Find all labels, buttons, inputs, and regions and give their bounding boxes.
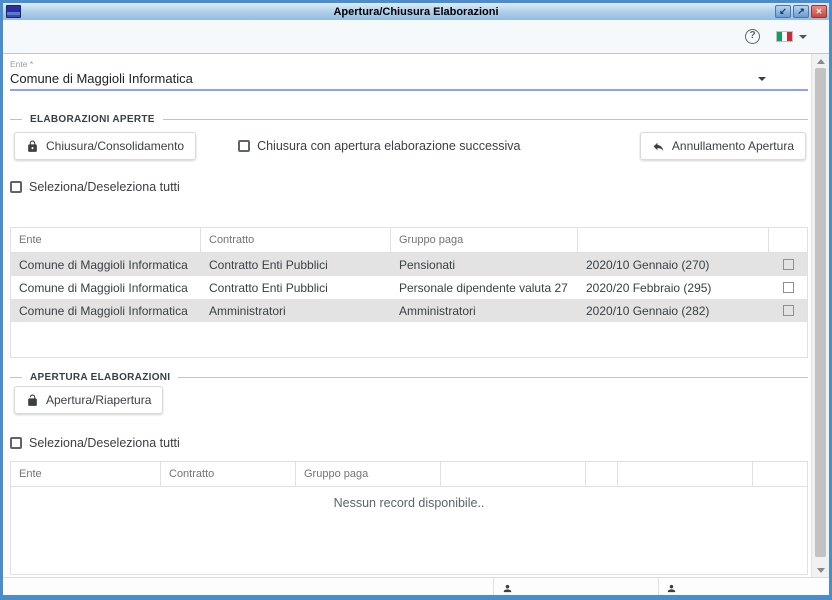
triangle-up-icon bbox=[817, 59, 825, 64]
table-header-row: Ente Contratto Gruppo paga bbox=[11, 228, 807, 253]
section-title: ELABORAZIONI APERTE bbox=[30, 114, 155, 125]
triangle-down-icon bbox=[817, 568, 825, 573]
column-header-gruppo-paga: Gruppo paga bbox=[296, 462, 441, 486]
user-icon bbox=[666, 581, 677, 592]
column-header-empty bbox=[753, 462, 807, 486]
row-checkbox[interactable] bbox=[783, 282, 794, 293]
section-elaborazioni-aperte: ELABORAZIONI APERTE bbox=[10, 113, 808, 125]
apertura-elaborations-table: Ente Contratto Gruppo paga Nessun record… bbox=[10, 461, 808, 575]
select-all-apertura-row[interactable]: Seleziona/Deseleziona tutti bbox=[10, 436, 808, 450]
open-elaborations-table: Ente Contratto Gruppo paga Comune di Mag… bbox=[10, 227, 808, 358]
table-header-row: Ente Contratto Gruppo paga bbox=[11, 462, 807, 487]
section-title: APERTURA ELABORAZIONI bbox=[30, 372, 170, 383]
main-content: Ente * Comune di Maggioli Informatica EL… bbox=[3, 54, 811, 577]
restore-window-button[interactable]: ↙ bbox=[775, 5, 791, 18]
cell-gruppo-paga: Amministratori bbox=[391, 304, 578, 318]
scroll-down-button[interactable] bbox=[812, 563, 829, 577]
column-header-empty bbox=[586, 462, 618, 486]
maximize-window-button[interactable]: ↗ bbox=[793, 5, 809, 18]
statusbar-divider bbox=[493, 578, 494, 595]
close-window-button[interactable]: ✕ bbox=[811, 5, 827, 18]
empty-table-message: Nessun record disponibile.. bbox=[11, 487, 807, 575]
ente-field-label: Ente * bbox=[10, 59, 808, 69]
column-header-select bbox=[769, 228, 807, 252]
status-bar bbox=[3, 577, 829, 595]
ente-select-field[interactable]: Ente * Comune di Maggioli Informatica bbox=[10, 59, 808, 91]
cell-contratto: Contratto Enti Pubblici bbox=[201, 281, 391, 295]
chiusura-successiva-checkbox[interactable] bbox=[238, 140, 250, 152]
italian-flag-icon bbox=[776, 31, 793, 42]
column-header-periodo bbox=[578, 228, 769, 252]
scrollbar-thumb[interactable] bbox=[815, 68, 826, 557]
table-row[interactable]: Comune di Maggioli Informatica Contratto… bbox=[11, 276, 807, 299]
toolbar: ? bbox=[3, 20, 829, 54]
column-header-empty bbox=[441, 462, 586, 486]
cell-contratto: Amministratori bbox=[201, 304, 391, 318]
table-row[interactable]: Comune di Maggioli Informatica Contratto… bbox=[11, 253, 807, 276]
checkbox-label: Chiusura con apertura elaborazione succe… bbox=[257, 139, 520, 153]
chevron-down-icon bbox=[799, 35, 807, 39]
section-apertura-elaborazioni: APERTURA ELABORAZIONI bbox=[10, 371, 808, 383]
help-icon[interactable]: ? bbox=[745, 29, 760, 44]
cell-gruppo-paga: Pensionati bbox=[391, 258, 578, 272]
column-header-contratto: Contratto bbox=[201, 228, 391, 252]
select-all-open-checkbox[interactable] bbox=[10, 181, 22, 193]
apertura-riapertura-button[interactable]: Apertura/Riapertura bbox=[14, 386, 163, 414]
column-header-ente: Ente bbox=[11, 462, 161, 486]
ente-field-value: Comune di Maggioli Informatica bbox=[10, 71, 808, 86]
checkbox-label: Seleziona/Deseleziona tutti bbox=[29, 436, 180, 450]
row-checkbox[interactable] bbox=[783, 305, 794, 316]
lock-closed-icon bbox=[26, 140, 39, 153]
cell-ente: Comune di Maggioli Informatica bbox=[11, 304, 201, 318]
select-all-apertura-checkbox[interactable] bbox=[10, 437, 22, 449]
button-label: Annullamento Apertura bbox=[672, 139, 794, 153]
user-icon bbox=[502, 581, 513, 592]
button-label: Apertura/Riapertura bbox=[46, 393, 151, 407]
chiusura-successiva-checkbox-row[interactable]: Chiusura con apertura elaborazione succe… bbox=[238, 139, 520, 153]
dropdown-arrow-icon[interactable] bbox=[758, 77, 766, 81]
select-all-open-row[interactable]: Seleziona/Deseleziona tutti bbox=[10, 180, 808, 194]
checkbox-label: Seleziona/Deseleziona tutti bbox=[29, 180, 180, 194]
button-label: Chiusura/Consolidamento bbox=[46, 139, 184, 153]
cell-contratto: Contratto Enti Pubblici bbox=[201, 258, 391, 272]
annullamento-apertura-button[interactable]: Annullamento Apertura bbox=[640, 132, 806, 160]
column-header-gruppo-paga: Gruppo paga bbox=[391, 228, 578, 252]
column-header-empty bbox=[618, 462, 753, 486]
lock-open-icon bbox=[26, 394, 39, 407]
cell-periodo: 2020/10 Gennaio (282) bbox=[578, 304, 769, 318]
column-header-contratto: Contratto bbox=[161, 462, 296, 486]
undo-arrow-icon bbox=[652, 140, 665, 153]
statusbar-divider bbox=[658, 578, 659, 595]
language-selector[interactable] bbox=[776, 31, 807, 42]
scroll-up-button[interactable] bbox=[812, 54, 829, 68]
window-title: Apertura/Chiusura Elaborazioni bbox=[3, 6, 829, 18]
cell-gruppo-paga: Personale dipendente valuta 27 bbox=[391, 281, 578, 295]
row-checkbox[interactable] bbox=[783, 259, 794, 270]
titlebar[interactable]: Apertura/Chiusura Elaborazioni ↙ ↗ ✕ bbox=[3, 3, 829, 20]
cell-periodo: 2020/10 Gennaio (270) bbox=[578, 258, 769, 272]
cell-ente: Comune di Maggioli Informatica bbox=[11, 258, 201, 272]
chiusura-consolidamento-button[interactable]: Chiusura/Consolidamento bbox=[14, 132, 196, 160]
cell-periodo: 2020/20 Febbraio (295) bbox=[578, 281, 769, 295]
vertical-scrollbar[interactable] bbox=[811, 54, 829, 577]
cell-ente: Comune di Maggioli Informatica bbox=[11, 281, 201, 295]
table-row[interactable]: Comune di Maggioli Informatica Amministr… bbox=[11, 299, 807, 322]
column-header-ente: Ente bbox=[11, 228, 201, 252]
app-window: Apertura/Chiusura Elaborazioni ↙ ↗ ✕ ? E… bbox=[0, 0, 832, 600]
